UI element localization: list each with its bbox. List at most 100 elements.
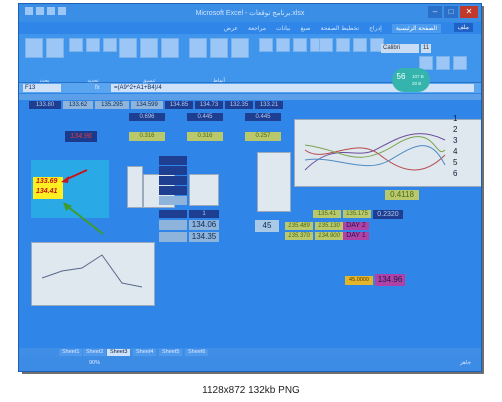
cell[interactable] [159, 232, 187, 242]
font-size-box[interactable]: 11 [421, 44, 431, 53]
cell[interactable]: 133.80 [29, 101, 61, 109]
line-chart-secondary-plot [41, 254, 143, 288]
comma-icon[interactable] [276, 38, 290, 52]
currency-icon[interactable] [293, 38, 307, 52]
cell[interactable]: 0.4118 [385, 190, 419, 200]
cell[interactable]: 134.73 [195, 101, 223, 109]
cell[interactable]: 133.62 [63, 101, 93, 109]
widget-line2: 20 B [412, 81, 422, 86]
cell[interactable] [159, 210, 187, 218]
cell[interactable]: DAY 2 [343, 222, 369, 230]
cell[interactable] [159, 176, 187, 185]
cell[interactable]: 134.900 [315, 232, 343, 240]
cell[interactable]: 0.445 [187, 113, 223, 121]
ribbon-group-styles: أنماط [189, 38, 249, 84]
label: 4 [453, 147, 458, 156]
tab-home[interactable]: الصفحة الرئيسية [391, 23, 441, 33]
align-right-icon[interactable] [353, 38, 367, 52]
zoom-level[interactable]: 90% [89, 360, 100, 366]
name-box[interactable]: F13 [23, 84, 61, 92]
title-bar: Microsoft Excel - برنامج توقعات.xlsx – □… [19, 4, 481, 22]
worksheet-grid[interactable]: 133.80 133.62 135.295 134.599 134.85 134… [19, 100, 481, 371]
fx-icon[interactable]: fx [95, 84, 100, 92]
cell[interactable] [159, 196, 187, 205]
label: 6 [453, 169, 458, 178]
label: 3 [453, 136, 458, 145]
close-button[interactable]: ✕ [460, 6, 478, 18]
minimize-button[interactable]: – [428, 6, 442, 18]
ribbon-group-cells: تنسيق [119, 38, 179, 84]
delete-cells-icon[interactable] [140, 38, 158, 58]
cell[interactable]: 135.295 [95, 101, 129, 109]
cell[interactable]: 0.2320 [373, 210, 403, 219]
percent-icon[interactable] [259, 38, 273, 52]
font-name-box[interactable]: Calibri [381, 44, 419, 53]
cell[interactable]: 134.06 [189, 220, 219, 230]
sheet-tab[interactable]: Sheet1 [59, 349, 83, 356]
sum-icon[interactable] [69, 38, 83, 52]
cell[interactable] [159, 186, 187, 195]
tab-formulas[interactable]: صيغ [300, 25, 310, 32]
cell[interactable]: 135.370 [285, 232, 313, 240]
sort-filter-icon[interactable] [46, 38, 64, 58]
cell[interactable]: 1 [189, 210, 219, 218]
cell[interactable]: 0.445 [245, 113, 281, 121]
highlight-value-cell[interactable]: 134.96 [65, 131, 97, 142]
sheet-tab[interactable]: Sheet5 [159, 349, 183, 356]
ribbon-tabs: عرض مراجعة بيانات صيغ تخطيط الصفحة إدراج… [19, 22, 481, 34]
cell[interactable]: 134.96 [375, 274, 405, 286]
tab-review[interactable]: مراجعة [248, 25, 266, 32]
cell[interactable]: DAY 1 [343, 232, 369, 240]
ribbon-group-alignment [319, 38, 384, 76]
performance-widget[interactable]: 56 107 B 20 B [392, 68, 430, 92]
ribbon-group-find: بحث [25, 38, 64, 84]
maximize-button[interactable]: □ [444, 6, 458, 18]
cell[interactable] [159, 166, 187, 175]
cell[interactable]: 134.85 [165, 101, 193, 109]
cell[interactable]: 135.489 [285, 222, 313, 230]
cell[interactable]: 134.35 [189, 232, 219, 242]
widget-value: 56 [396, 72, 406, 81]
cell[interactable]: 132.35 [225, 101, 253, 109]
excel-window: Microsoft Excel - برنامج توقعات.xlsx – □… [18, 3, 482, 372]
align-left-icon[interactable] [319, 38, 333, 52]
format-table-icon[interactable] [210, 38, 228, 58]
cell[interactable] [159, 156, 187, 165]
cell[interactable]: 0.257 [245, 132, 281, 141]
tab-file[interactable]: ملف [453, 23, 473, 32]
window-controls: – □ ✕ [428, 6, 478, 18]
cell[interactable]: 0.696 [129, 113, 165, 121]
cell[interactable]: 45 [255, 220, 279, 232]
format-cells-icon[interactable] [119, 38, 137, 58]
cell[interactable]: 133.21 [255, 101, 283, 109]
fill-icon[interactable] [86, 38, 100, 52]
underline-icon[interactable] [453, 56, 467, 70]
find-select-icon[interactable] [25, 38, 43, 58]
tab-insert[interactable]: إدراج [369, 25, 382, 32]
cell[interactable]: 134.599 [131, 101, 163, 109]
insert-cells-icon[interactable] [161, 38, 179, 58]
cell[interactable]: 0.316 [187, 132, 223, 141]
cell-styles-icon[interactable] [189, 38, 207, 58]
tab-page-layout[interactable]: تخطيط الصفحة [321, 25, 359, 32]
cell[interactable]: 135.41 [313, 210, 341, 218]
conditional-format-icon[interactable] [231, 38, 249, 58]
cell[interactable]: 135.175 [343, 210, 371, 218]
cell[interactable]: 45.0000 [345, 276, 373, 285]
tab-data[interactable]: بيانات [276, 25, 290, 32]
mini-chart [189, 174, 219, 206]
sheet-tab[interactable]: Sheet2 [83, 349, 107, 356]
italic-icon[interactable] [436, 56, 450, 70]
sheet-tab[interactable]: Sheet4 [133, 349, 157, 356]
sheet-tab[interactable]: Sheet6 [185, 349, 209, 356]
cell[interactable] [159, 220, 187, 230]
cell[interactable]: 0.316 [129, 132, 165, 141]
sheet-tabs-bar: Sheet1 Sheet2 Sheet3 Sheet4 Sheet5 Sheet… [19, 348, 481, 357]
sheet-tab-active[interactable]: Sheet3 [107, 349, 131, 356]
widget-line1: 107 B [412, 74, 424, 79]
clear-icon[interactable] [103, 38, 117, 52]
align-center-icon[interactable] [336, 38, 350, 52]
cell[interactable]: 135.130 [315, 222, 343, 230]
tab-view[interactable]: عرض [224, 25, 238, 32]
line-chart-secondary[interactable] [31, 242, 155, 306]
